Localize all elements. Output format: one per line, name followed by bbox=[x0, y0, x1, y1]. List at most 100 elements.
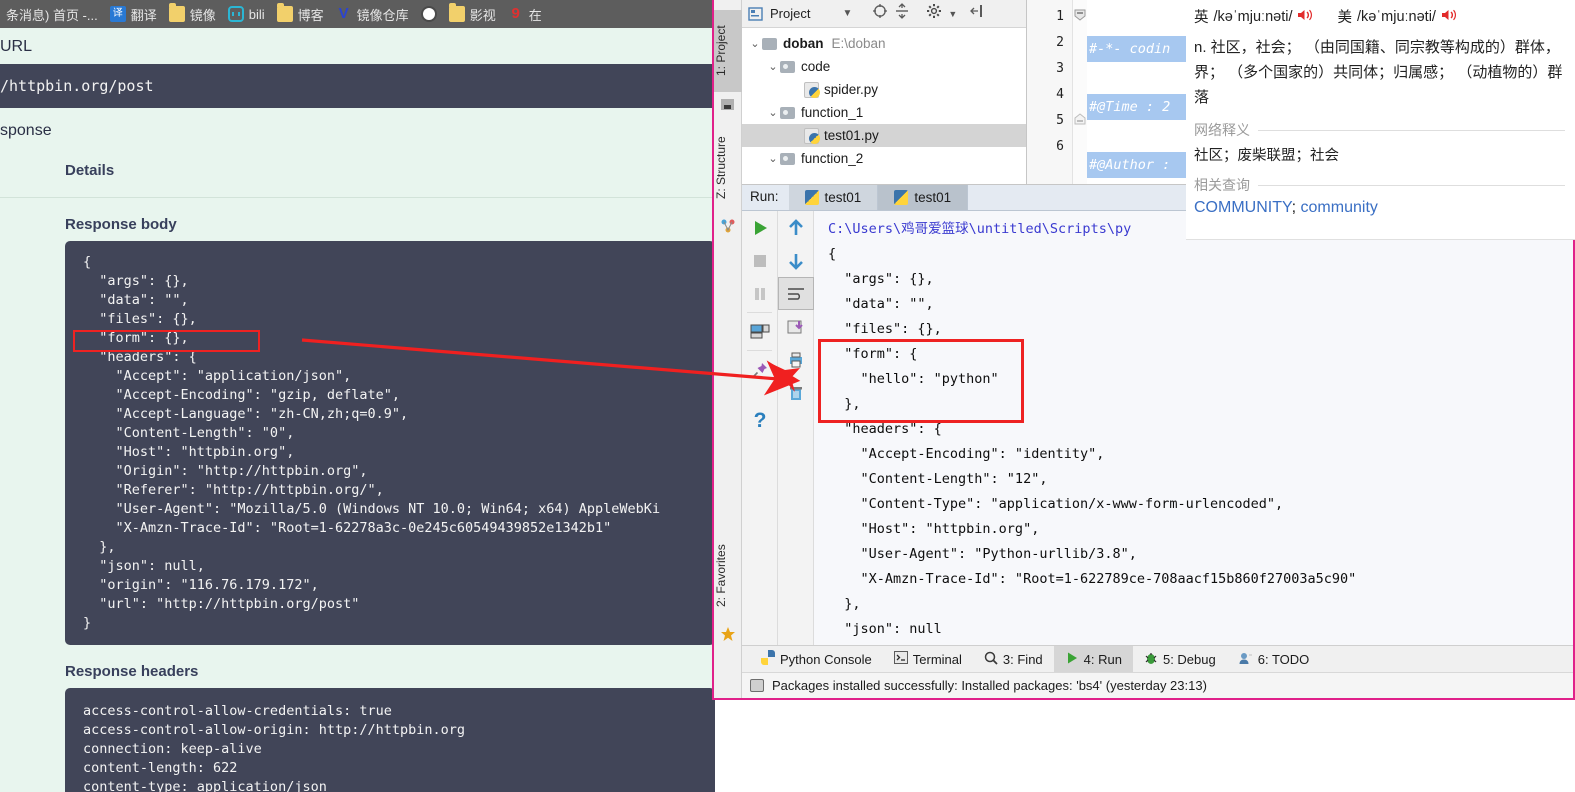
run-console[interactable]: C:\Users\鸡哥爱篮球\untitled\Scripts\py { "ar… bbox=[814, 211, 1573, 645]
net-section-header: 网络释义 bbox=[1194, 120, 1565, 140]
status-bar: Packages installed successfully: Install… bbox=[742, 672, 1573, 698]
tree-row[interactable]: test01.py bbox=[742, 124, 1026, 147]
rail-label: Z: Structure bbox=[714, 136, 728, 200]
bookmark-item[interactable]: 译翻译 bbox=[104, 0, 163, 28]
bookmark-item[interactable]: 博客 bbox=[271, 0, 330, 28]
tree-row[interactable]: spider.py bbox=[742, 78, 1026, 101]
bookmark-item[interactable]: V 镜像仓库 bbox=[330, 0, 415, 28]
tree-row[interactable]: ⌄ code bbox=[742, 55, 1026, 78]
fold-collapse-icon[interactable] bbox=[1074, 8, 1086, 26]
divider bbox=[1258, 129, 1565, 131]
folder-icon bbox=[762, 37, 777, 50]
bookmark-item[interactable]: 镜像 bbox=[163, 0, 222, 28]
console-output: { "args": {}, "data": "", "files": {}, "… bbox=[828, 246, 1357, 637]
bookmark-item[interactable]: 条消息) 首页 -... bbox=[0, 0, 104, 28]
locate-icon[interactable] bbox=[872, 3, 888, 24]
related-link-2[interactable]: community bbox=[1301, 199, 1378, 216]
run-tab-label: test01 bbox=[824, 190, 862, 205]
arrow-up-icon[interactable] bbox=[778, 211, 814, 244]
bookmark-item[interactable]: bili bbox=[222, 0, 271, 28]
us-label: 美 bbox=[1337, 10, 1352, 26]
browser-window: 条消息) 首页 -... 译翻译 镜像 bili 博客 V 镜像仓库 影视 9在 … bbox=[0, 0, 715, 792]
chevron-down-icon[interactable]: ⌄ bbox=[766, 60, 780, 73]
help-icon[interactable]: ? bbox=[742, 404, 778, 437]
fold-end-icon[interactable] bbox=[1074, 112, 1086, 130]
trash-icon[interactable] bbox=[778, 376, 814, 409]
pin-icon[interactable] bbox=[742, 353, 778, 386]
bookmarks-bar[interactable]: 条消息) 首页 -... 译翻译 镜像 bili 博客 V 镜像仓库 影视 9在 bbox=[0, 0, 715, 28]
project-tree[interactable]: ⌄ doban E:\doban ⌄ code spider.py ⌄ func… bbox=[742, 28, 1026, 174]
divider bbox=[747, 350, 772, 351]
definition-text: n. 社区，社会； （由同国籍、同宗教等构成的）群体，界； （多个国家的）共同体… bbox=[1194, 39, 1563, 106]
speaker-icon[interactable] bbox=[1297, 8, 1313, 25]
related-section-title: 相关查询 bbox=[1194, 177, 1250, 193]
run-tab[interactable]: test01 bbox=[878, 185, 969, 210]
gear-icon[interactable] bbox=[926, 3, 942, 24]
notification-icon[interactable] bbox=[750, 679, 764, 692]
print-icon[interactable] bbox=[778, 343, 814, 376]
response-body-heading: Response body bbox=[65, 216, 177, 233]
status-message: Packages installed successfully: Install… bbox=[772, 678, 1207, 693]
tree-row[interactable]: ⌄ function_1 bbox=[742, 101, 1026, 124]
tab-debug[interactable]: 5: Debug bbox=[1133, 646, 1227, 673]
tree-label: function_1 bbox=[801, 105, 864, 120]
us-phonetic: /kəˈmjuːnəti/ bbox=[1356, 8, 1436, 25]
chevron-down-icon[interactable]: ▼ bbox=[842, 8, 852, 19]
run-label: Run: bbox=[750, 189, 779, 204]
python-icon bbox=[894, 190, 909, 205]
arrow-down-icon[interactable] bbox=[778, 244, 814, 277]
bookmark-item[interactable] bbox=[415, 0, 443, 28]
bookmark-label: 博客 bbox=[297, 7, 324, 23]
console-path: C:\Users\鸡哥爱篮球\untitled\Scripts\py bbox=[828, 221, 1132, 237]
run-tab-label: test01 bbox=[914, 190, 952, 205]
chevron-down-icon[interactable]: ⌄ bbox=[766, 106, 780, 119]
rail-label: 2: Favorites bbox=[714, 544, 728, 608]
rail-button-favorites[interactable]: 2: Favorites bbox=[714, 530, 742, 622]
export-icon[interactable] bbox=[778, 310, 814, 343]
bookmark-item[interactable]: 影视 bbox=[443, 0, 502, 28]
related-link-1[interactable]: COMMUNITY bbox=[1194, 199, 1292, 216]
tab-terminal[interactable]: Terminal bbox=[883, 646, 973, 673]
pause-icon[interactable] bbox=[742, 277, 778, 310]
project-title: Project bbox=[770, 6, 811, 21]
response-body-code: { "args": {}, "data": "", "files": {}, "… bbox=[65, 241, 715, 645]
tab-todo[interactable]: 6: TODO bbox=[1227, 646, 1321, 673]
related-queries: COMMUNITY; community bbox=[1194, 199, 1565, 217]
python-icon bbox=[761, 650, 775, 668]
chevron-down-icon[interactable]: ⌄ bbox=[748, 37, 762, 50]
line-number: 5 bbox=[1056, 113, 1064, 128]
tab-run[interactable]: 4: Run bbox=[1053, 645, 1133, 673]
tree-row[interactable]: ⌄ function_2 bbox=[742, 147, 1026, 170]
tab-python-console[interactable]: Python Console bbox=[750, 646, 883, 673]
url-value[interactable]: /httpbin.org/post bbox=[0, 64, 715, 108]
response-label: sponse bbox=[0, 122, 52, 139]
gear-chevron-icon[interactable]: ▼ bbox=[948, 9, 957, 19]
line-number: 1 bbox=[1056, 9, 1064, 24]
line-number: 2 bbox=[1056, 35, 1064, 50]
us-phonetic-group: 美 /kəˈmjuːnəti/ bbox=[1337, 6, 1456, 27]
bookmark-item[interactable]: 9在 bbox=[502, 0, 548, 28]
screen: 条消息) 首页 -... 译翻译 镜像 bili 博客 V 镜像仓库 影视 9在 … bbox=[0, 0, 1575, 792]
soft-wrap-icon[interactable] bbox=[778, 277, 814, 310]
rail-button-project[interactable]: 1: Project bbox=[714, 10, 742, 92]
terminal-icon bbox=[893, 651, 908, 667]
stop-icon[interactable] bbox=[742, 244, 778, 277]
tab-label: 5: Debug bbox=[1162, 651, 1216, 667]
project-window-icon bbox=[748, 6, 764, 22]
chevron-down-icon[interactable]: ⌄ bbox=[766, 152, 780, 165]
speaker-icon[interactable] bbox=[1441, 8, 1457, 25]
run-icon[interactable] bbox=[742, 211, 778, 244]
layout-icon[interactable] bbox=[742, 315, 778, 348]
editor-fold-column[interactable] bbox=[1073, 0, 1087, 184]
net-section-title: 网络释义 bbox=[1194, 122, 1250, 138]
tree-row[interactable]: ⌄ doban E:\doban bbox=[742, 32, 1026, 55]
rail-button-structure[interactable]: Z: Structure bbox=[714, 122, 742, 214]
bottom-tool-tabs: Python Console Terminal 3: Find 4: Run 5… bbox=[742, 645, 1573, 673]
run-tab[interactable]: test01 bbox=[788, 185, 879, 210]
collapse-all-icon[interactable] bbox=[894, 3, 910, 24]
folder-icon bbox=[780, 106, 795, 119]
folder-icon bbox=[276, 3, 293, 22]
hide-window-icon[interactable] bbox=[969, 3, 985, 24]
folder-icon bbox=[780, 60, 795, 73]
tab-find[interactable]: 3: Find bbox=[973, 646, 1054, 673]
